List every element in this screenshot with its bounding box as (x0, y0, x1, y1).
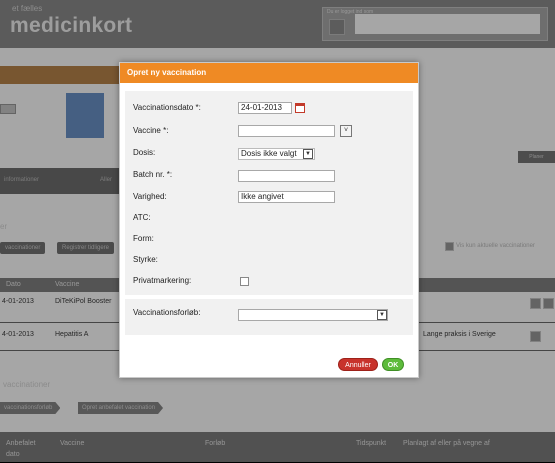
strength-label: Styrke: (133, 255, 158, 264)
date-input[interactable]: 24-01-2013 (238, 102, 292, 114)
vaccine-input[interactable] (238, 125, 335, 137)
batch-input[interactable] (238, 170, 335, 182)
batch-label: Batch nr. *: (133, 170, 173, 179)
private-marking-label: Privatmarkering: (133, 276, 192, 285)
duration-label: Varighed: (133, 192, 167, 201)
duration-input[interactable]: Ikke angivet (238, 191, 335, 203)
vaccination-form: Vaccinationsdato *: 24-01-2013 Vaccine *… (125, 91, 413, 295)
chevron-down-icon[interactable]: ▼ (377, 310, 387, 320)
dialog-title: Opret ny vaccination (120, 63, 418, 83)
date-label: Vaccinationsdato *: (133, 103, 201, 112)
vaccine-label: Vaccine *: (133, 126, 169, 135)
calendar-icon[interactable] (295, 103, 305, 113)
ok-button[interactable]: OK (382, 358, 404, 371)
chevron-down-icon[interactable]: ▼ (303, 149, 313, 159)
dose-label: Dosis: (133, 148, 156, 157)
dose-select-value: Dosis ikke valgt (241, 149, 297, 158)
course-select[interactable] (238, 309, 388, 321)
vaccine-dropdown-button[interactable]: ˅ (340, 125, 352, 137)
create-vaccination-dialog: Opret ny vaccination Vaccinationsdato *:… (119, 62, 419, 378)
atc-label: ATC: (133, 213, 151, 222)
chevron-down-icon: ˅ (343, 127, 349, 134)
private-marking-checkbox[interactable] (240, 277, 249, 286)
course-panel: Vaccinationsforløb: ▼ (125, 299, 413, 335)
form-label: Form: (133, 234, 154, 243)
cancel-button[interactable]: Annuller (338, 358, 378, 371)
course-label: Vaccinationsforløb: (133, 308, 201, 317)
